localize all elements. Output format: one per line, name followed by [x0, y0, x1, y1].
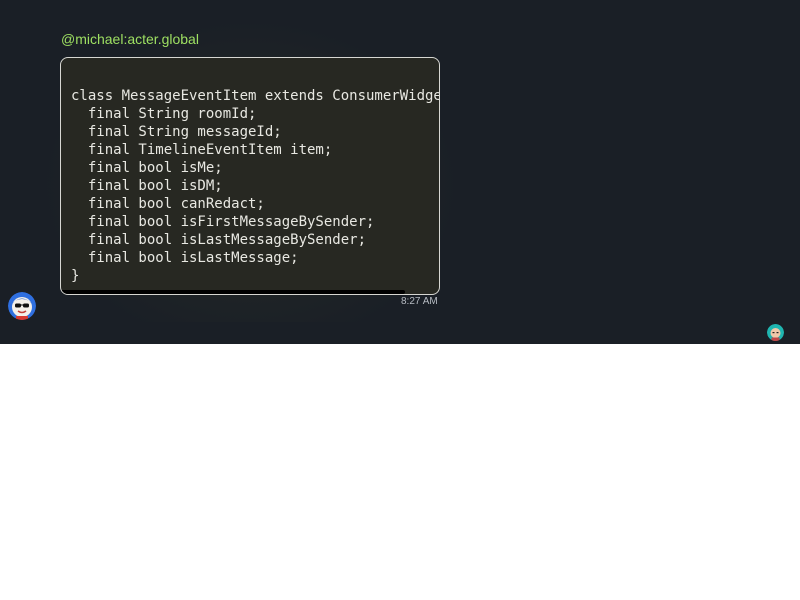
code-line: } — [71, 268, 80, 284]
code-message-bubble[interactable]: class MessageEventItem extends ConsumerW… — [60, 57, 440, 295]
code-horizontal-scrollbar[interactable] — [61, 290, 439, 294]
sender-name[interactable]: @michael:acter.global — [61, 30, 199, 48]
code-line: final bool isDM; — [71, 178, 223, 194]
scrollbar-thumb[interactable] — [61, 290, 405, 294]
message-timestamp: 8:27 AM — [401, 296, 438, 307]
code-line: final String roomId; — [71, 106, 257, 122]
code-line: class MessageEventItem extends ConsumerW… — [71, 88, 440, 104]
avatar-sunglasses-icon[interactable] — [8, 292, 36, 320]
chat-timeline: @michael:acter.global class MessageEvent… — [0, 0, 800, 344]
code-block: class MessageEventItem extends ConsumerW… — [71, 87, 440, 285]
code-line: final bool canRedact; — [71, 196, 265, 212]
code-line: final String messageId; — [71, 124, 282, 140]
code-line: final bool isFirstMessageBySender; — [71, 214, 375, 230]
code-line: final bool isLastMessage; — [71, 250, 299, 266]
code-line: final bool isLastMessageBySender; — [71, 232, 367, 248]
code-line: final bool isMe; — [71, 160, 223, 176]
code-line: final TimelineEventItem item; — [71, 142, 333, 158]
avatar-reader-icon[interactable] — [767, 324, 784, 341]
